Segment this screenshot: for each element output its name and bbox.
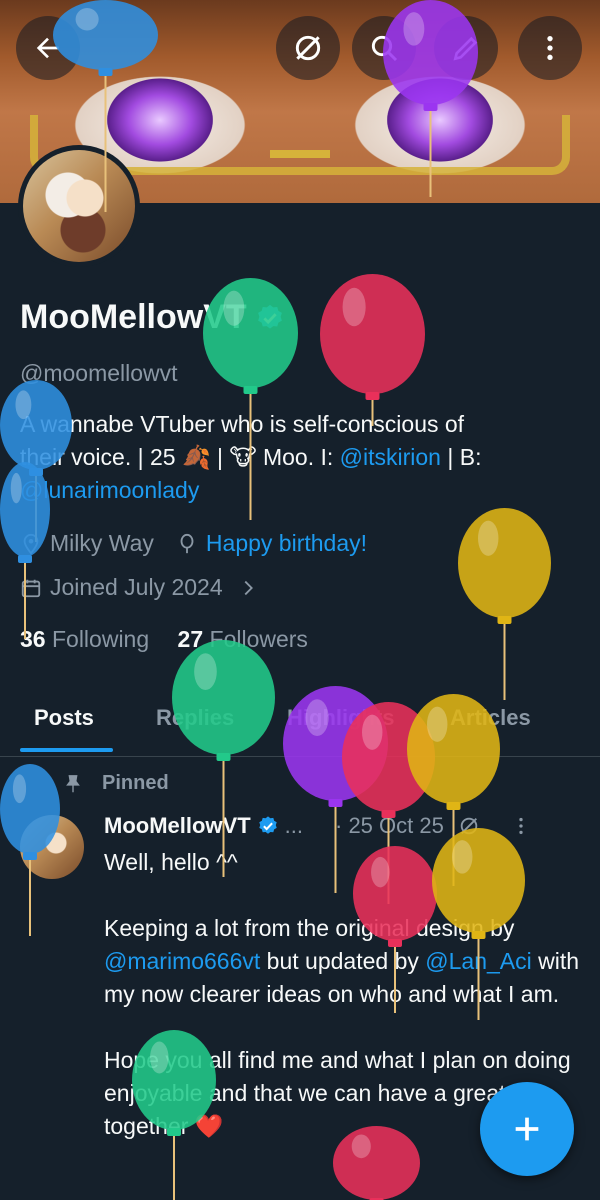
location-text: Milky Way: [50, 530, 154, 556]
display-name-text: MooMellowVT: [20, 298, 247, 336]
arrow-left-icon: [36, 37, 59, 59]
pinned-indicator: Pinned: [62, 772, 169, 795]
profile-tabs: Posts Replies Highlights Articles: [0, 700, 600, 757]
balloon: [458, 508, 551, 700]
tab-articles[interactable]: Articles: [450, 705, 531, 731]
pen-icon: [453, 36, 478, 61]
profile-avatar-frame[interactable]: [18, 145, 140, 267]
bio-line-1: A wannabe VTuber who is self-conscious o…: [20, 411, 465, 437]
bio-line-2: their voice. | 25 🍂 | 🐮 Moo. I:: [20, 444, 340, 470]
post-header: MooMellowVT ... · 25 Oct 25: [104, 813, 584, 839]
location-pin-icon: [23, 533, 39, 555]
plus-icon: [515, 1117, 539, 1141]
post-mention-lan-aci[interactable]: @Lan_Aci: [425, 948, 531, 974]
tab-replies[interactable]: Replies: [156, 705, 234, 731]
bio-mention-lunarimoonlady[interactable]: @lunarimoonlady: [20, 477, 199, 503]
bio-mention-itskirion[interactable]: @itskirion: [340, 444, 441, 470]
compose-post-button[interactable]: [480, 1082, 574, 1176]
pin-icon: [66, 774, 80, 792]
follow-stats: 36 Following 27 Followers: [20, 626, 308, 653]
followers-link[interactable]: 27 Followers: [178, 626, 308, 652]
post-paragraph-1: Well, hello ^^: [104, 849, 238, 875]
followers-count: 27: [177, 626, 204, 652]
followers-label: Followers: [209, 626, 308, 652]
back-button[interactable]: [16, 16, 80, 80]
balloon: [320, 274, 425, 426]
post-paragraph-2: Keeping a lot from the original design b…: [104, 915, 515, 941]
post-author-ellipsis: ...: [284, 813, 303, 838]
following-label: Following: [51, 626, 150, 652]
post-author-avatar[interactable]: [20, 815, 84, 879]
display-name: MooMellowVT: [20, 298, 285, 337]
pinned-label: Pinned: [102, 772, 169, 794]
slash-circle-icon[interactable]: [458, 815, 480, 837]
profile-meta-row: Milky Way Happy birthday!: [20, 530, 367, 557]
balloon: [172, 640, 275, 877]
tab-posts[interactable]: Posts: [34, 705, 94, 731]
calendar-icon: [21, 579, 41, 597]
post-author-name[interactable]: MooMellowVT: [104, 813, 251, 839]
slash-circle-icon: [295, 35, 321, 61]
chevron-right-icon: [244, 580, 253, 595]
balloon-icon: [180, 533, 194, 553]
banner-glasses-bridge: [270, 150, 330, 158]
profile-bio: A wannabe VTuber who is self-conscious o…: [20, 408, 580, 507]
search-icon: [371, 35, 398, 62]
more-button[interactable]: [518, 16, 582, 80]
verified-badge-icon: [258, 816, 277, 834]
more-vertical-icon: [547, 36, 553, 60]
tab-highlights[interactable]: Highlights: [287, 705, 395, 731]
search-button[interactable]: [352, 16, 416, 80]
post-date[interactable]: · 25 Oct 25: [335, 813, 444, 839]
joined-text: Joined July 2024: [50, 574, 223, 600]
avatar[interactable]: [23, 150, 135, 262]
post-paragraph-2-mid: but updated by: [260, 948, 426, 974]
profile-handle: @moomellowvt: [20, 360, 178, 386]
verified-badge-icon[interactable]: [255, 303, 285, 333]
following-link[interactable]: 36 Following: [20, 626, 149, 652]
bio-line-2-tail: | B:: [440, 444, 482, 470]
more-vertical-icon[interactable]: [510, 815, 532, 837]
active-tab-indicator: [20, 748, 113, 752]
post-mention-marimo666vt[interactable]: @marimo666vt: [104, 948, 260, 974]
following-count: 36: [20, 626, 46, 652]
birthday-link[interactable]: Happy birthday!: [206, 530, 367, 557]
grok-button[interactable]: [276, 16, 340, 80]
compose-button[interactable]: [434, 16, 498, 80]
joined-row[interactable]: Joined July 2024: [20, 574, 259, 601]
